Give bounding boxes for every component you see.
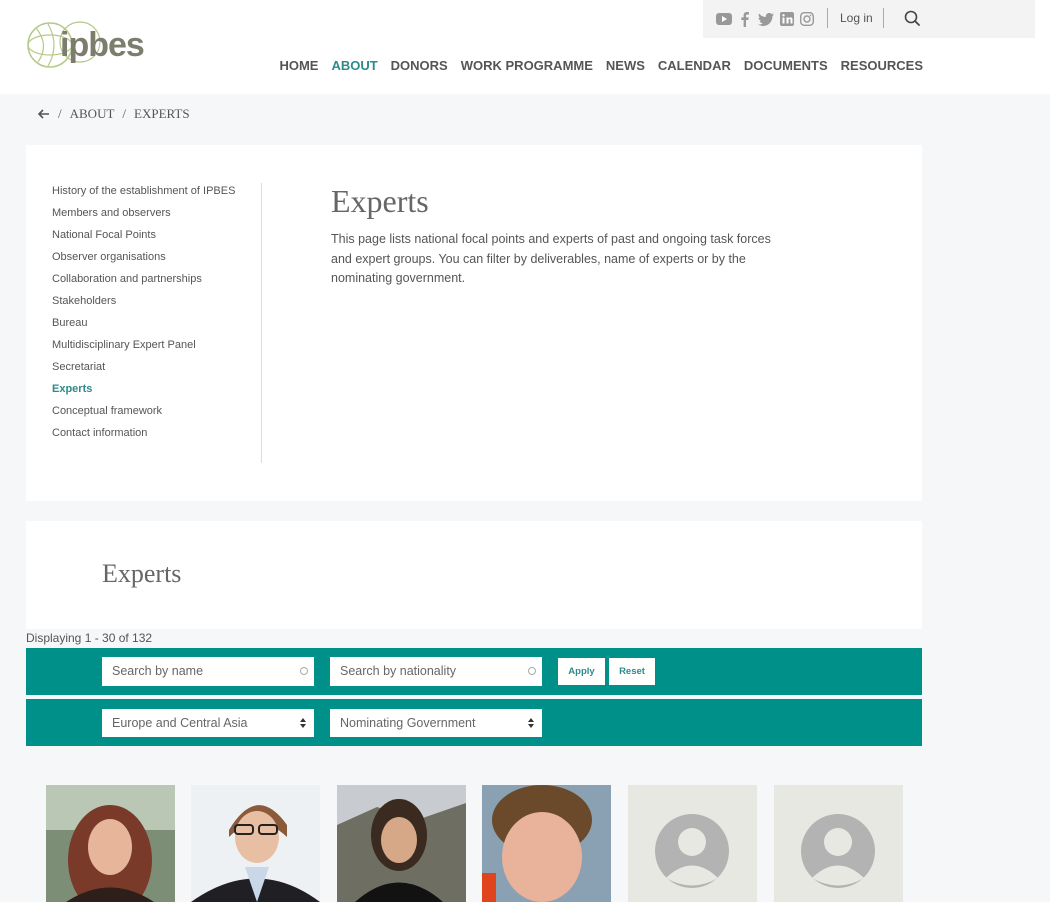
sidebar-item-members[interactable]: Members and observers	[52, 205, 237, 221]
sidebar-item-conceptual[interactable]: Conceptual framework	[52, 403, 237, 419]
sidebar-item-bureau[interactable]: Bureau	[52, 315, 237, 331]
nav-work-programme[interactable]: WORK PROGRAMME	[461, 58, 593, 73]
select-arrows-icon	[300, 718, 306, 728]
breadcrumb-separator: /	[122, 106, 127, 121]
youtube-icon[interactable]	[716, 11, 732, 27]
search-name-placeholder: Search by name	[112, 664, 204, 678]
sidebar-item-observer-orgs[interactable]: Observer organisations	[52, 249, 237, 265]
role-select-value: Nominating Government	[340, 716, 476, 730]
section-title: Experts	[102, 559, 182, 588]
linkedin-icon[interactable]	[780, 11, 794, 27]
back-arrow-icon[interactable]	[38, 109, 50, 119]
search-nationality-placeholder: Search by nationality	[340, 664, 457, 678]
intro-section: Experts This page lists national focal p…	[331, 183, 781, 289]
reset-button[interactable]: Reset	[609, 658, 655, 685]
sidebar-item-mep[interactable]: Multidisciplinary Expert Panel	[52, 337, 237, 353]
role-select[interactable]: Nominating Government	[330, 709, 542, 737]
expert-photo[interactable]	[46, 785, 175, 902]
divider	[883, 8, 884, 28]
sidebar-item-stakeholders[interactable]: Stakeholders	[52, 293, 237, 309]
nav-news[interactable]: NEWS	[606, 58, 645, 73]
nav-resources[interactable]: RESOURCES	[841, 58, 923, 73]
search-spinner-icon	[300, 667, 308, 675]
sidebar-item-collaboration[interactable]: Collaboration and partnerships	[52, 271, 237, 287]
nav-calendar[interactable]: CALENDAR	[658, 58, 731, 73]
about-panel: History of the establishment of IPBES Me…	[26, 145, 922, 501]
sidebar-item-history[interactable]: History of the establishment of IPBES	[52, 183, 237, 199]
sidebar-item-experts[interactable]: Experts	[52, 381, 237, 397]
logo-text: ipbes	[60, 26, 145, 64]
region-select-value: Europe and Central Asia	[112, 716, 248, 730]
expert-photo-placeholder[interactable]	[628, 785, 757, 902]
nav-about[interactable]: ABOUT	[331, 58, 377, 73]
search-filter-bar: Search by name Search by nationality App…	[26, 648, 922, 695]
instagram-icon[interactable]	[800, 11, 814, 27]
select-filter-bar: Europe and Central Asia Nominating Gover…	[26, 699, 922, 746]
experts-heading-panel: Experts	[26, 521, 922, 629]
region-select[interactable]: Europe and Central Asia	[102, 709, 314, 737]
intro-text: This page lists national focal points an…	[331, 232, 771, 285]
nav-donors[interactable]: DONORS	[391, 58, 448, 73]
expert-photo[interactable]	[337, 785, 466, 902]
site-header: ipbes Log in HOME ABOUT DONORS WORK PROG…	[0, 0, 1050, 94]
user-avatar-icon	[801, 814, 875, 888]
breadcrumb-separator: /	[58, 106, 62, 121]
search-name-input[interactable]: Search by name	[102, 657, 314, 686]
utility-bar: Log in	[703, 0, 1035, 38]
breadcrumb: / ABOUT / EXPERTS	[38, 106, 190, 122]
expert-photo[interactable]	[191, 785, 320, 902]
apply-button[interactable]: Apply	[558, 658, 605, 685]
breadcrumb-experts: EXPERTS	[134, 106, 190, 121]
nav-documents[interactable]: DOCUMENTS	[744, 58, 828, 73]
search-icon[interactable]	[903, 9, 923, 29]
ipbes-logo[interactable]: ipbes	[26, 20, 145, 72]
twitter-icon[interactable]	[758, 11, 774, 27]
about-sidebar: History of the establishment of IPBES Me…	[52, 183, 262, 463]
main-nav: HOME ABOUT DONORS WORK PROGRAMME NEWS CA…	[279, 58, 923, 73]
results-count: Displaying 1 - 30 of 132	[26, 631, 153, 645]
sidebar-item-secretariat[interactable]: Secretariat	[52, 359, 237, 375]
sidebar-item-contact[interactable]: Contact information	[52, 425, 237, 441]
page-title: Experts	[331, 183, 429, 219]
facebook-icon[interactable]	[738, 11, 750, 27]
breadcrumb-about[interactable]: ABOUT	[70, 106, 115, 122]
nav-home[interactable]: HOME	[279, 58, 318, 73]
user-avatar-icon	[655, 814, 729, 888]
divider	[827, 8, 828, 28]
search-spinner-icon	[528, 667, 536, 675]
sidebar-item-focal-points[interactable]: National Focal Points	[52, 227, 237, 243]
expert-photo-placeholder[interactable]	[774, 785, 903, 902]
login-link[interactable]: Log in	[840, 11, 873, 25]
select-arrows-icon	[528, 718, 534, 728]
search-nationality-input[interactable]: Search by nationality	[330, 657, 542, 686]
expert-photo[interactable]	[482, 785, 611, 902]
